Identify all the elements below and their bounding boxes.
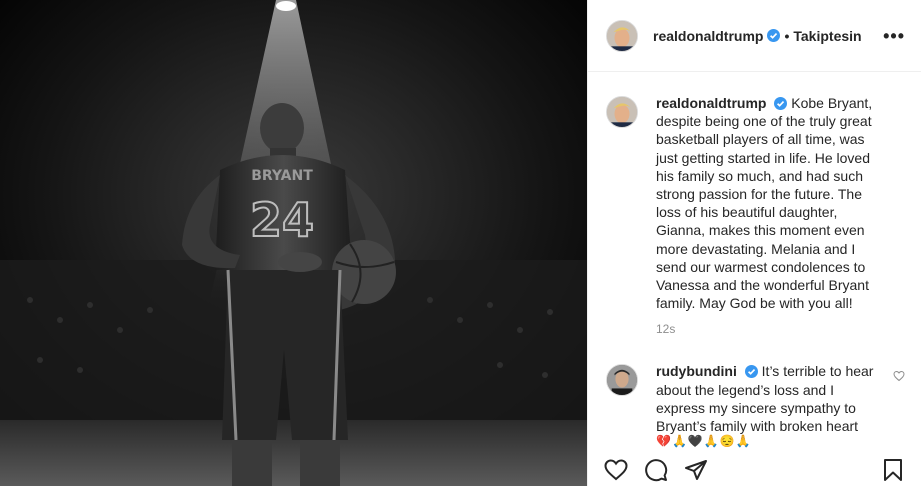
jersey-name: BRYANT xyxy=(251,168,313,184)
caption-timestamp[interactable]: 12s xyxy=(656,322,905,336)
commenter-username[interactable]: rudybundini xyxy=(656,363,737,379)
more-options-icon[interactable]: ••• xyxy=(883,27,905,45)
heart-icon[interactable] xyxy=(604,458,628,482)
post-header: realdonaldtrump • Takiptesin ••• xyxy=(588,0,921,72)
jersey-number: 24 xyxy=(250,193,314,247)
comment-emojis: 💔🙏🖤🙏😔🙏 xyxy=(656,434,752,449)
verified-badge-icon xyxy=(774,97,788,110)
caption-text: Kobe Bryant, despite being one of the tr… xyxy=(656,95,873,312)
post-actions-bar xyxy=(588,452,921,486)
verified-badge-icon xyxy=(767,29,781,42)
post-image[interactable]: BRYANT 24 xyxy=(0,0,587,486)
bookmark-icon[interactable] xyxy=(881,458,905,482)
avatar[interactable] xyxy=(606,19,638,52)
header-username[interactable]: realdonaldtrump xyxy=(653,28,763,44)
profile-photo xyxy=(607,20,637,51)
share-icon[interactable] xyxy=(684,458,708,482)
header-separator: • xyxy=(784,27,790,44)
verified-badge-icon xyxy=(744,365,758,379)
follow-status-button[interactable]: Takiptesin xyxy=(793,28,861,44)
comment-item: rudybundini It’s terrible to hear about … xyxy=(606,362,905,447)
comment-body: rudybundini It’s terrible to hear about … xyxy=(656,362,874,447)
post-detail-panel: realdonaldtrump • Takiptesin ••• realdon… xyxy=(587,0,921,486)
profile-photo xyxy=(607,365,637,396)
caption: realdonaldtrump Kobe Bryant, despite bei… xyxy=(606,94,905,312)
caption-username[interactable]: realdonaldtrump xyxy=(656,95,766,111)
caption-avatar[interactable] xyxy=(606,96,638,128)
profile-photo xyxy=(607,97,637,127)
caption-body: realdonaldtrump Kobe Bryant, despite bei… xyxy=(656,94,888,312)
commenter-avatar[interactable] xyxy=(606,364,638,397)
comments-list: realdonaldtrump Kobe Bryant, despite bei… xyxy=(588,72,921,447)
comment-like-heart-icon[interactable] xyxy=(893,370,905,382)
kobe-photo: BRYANT 24 xyxy=(0,0,587,486)
comment-icon[interactable] xyxy=(644,458,668,482)
